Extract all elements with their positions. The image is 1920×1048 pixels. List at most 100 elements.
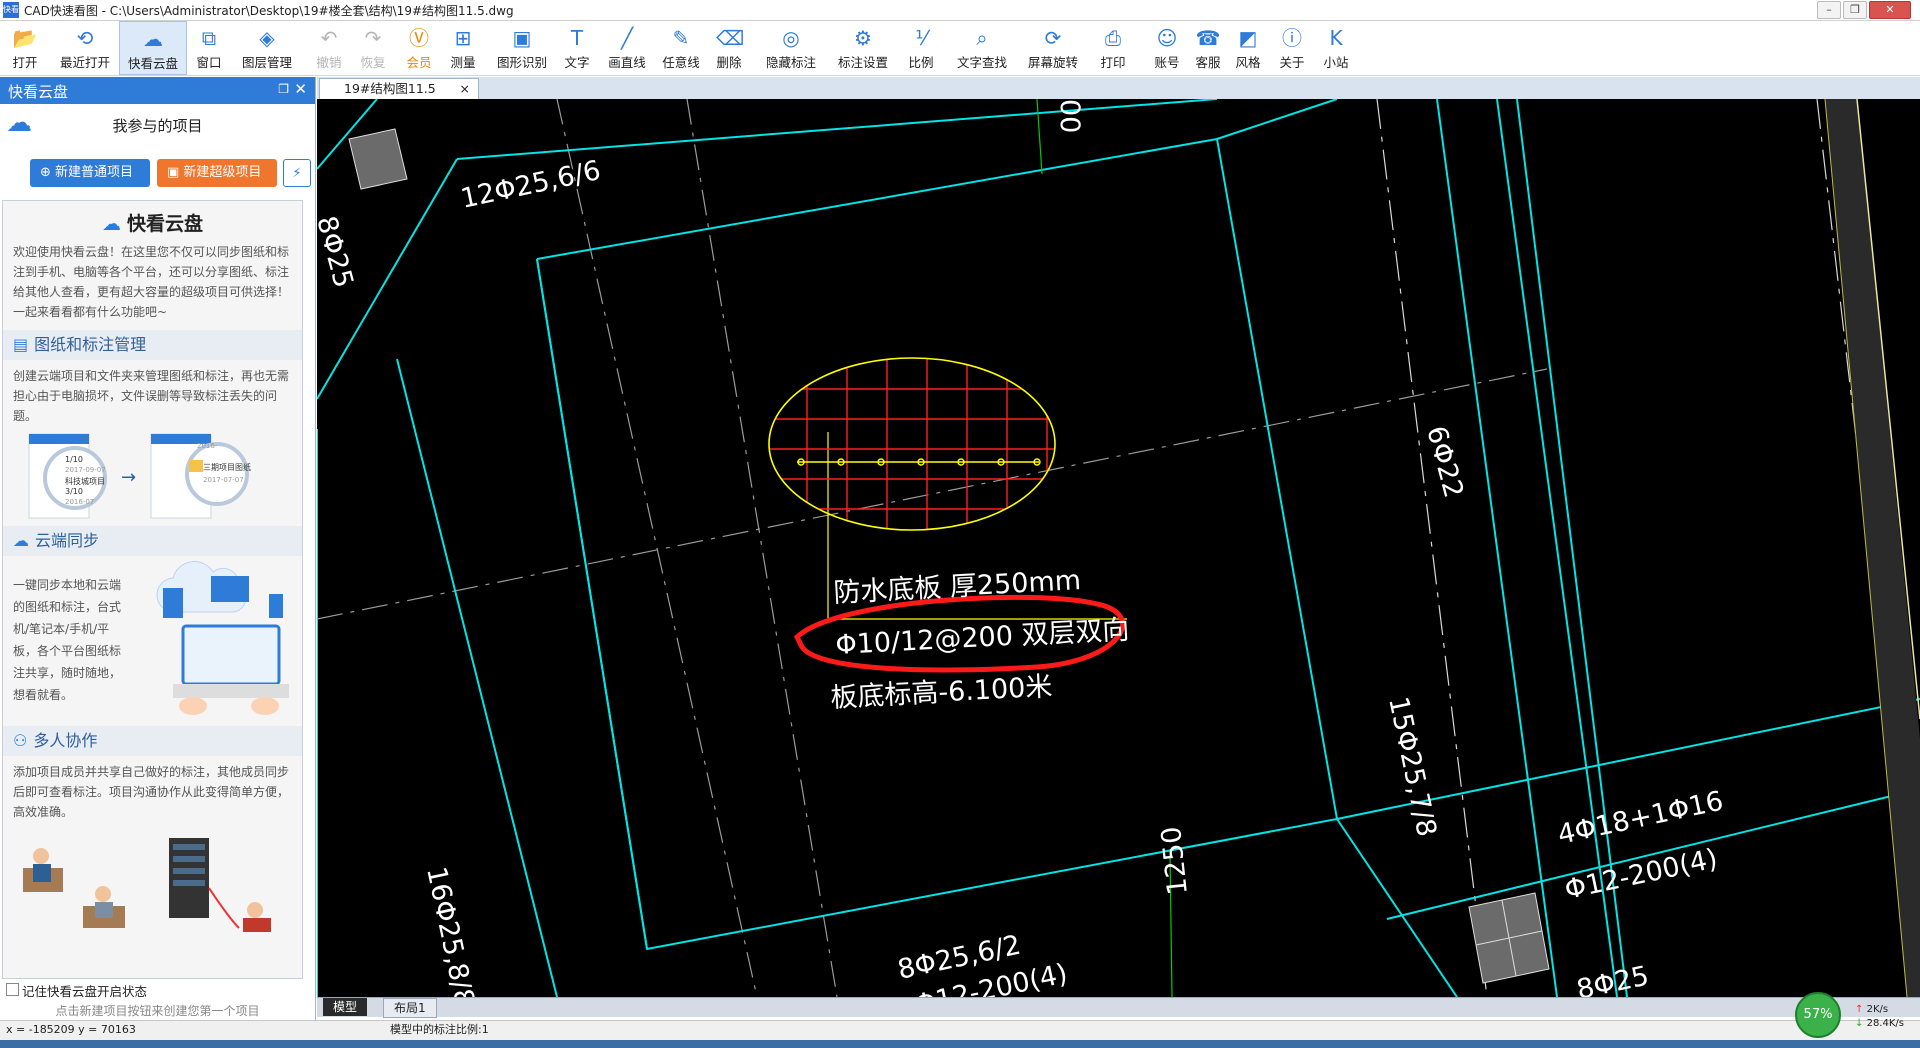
toolbar-button-7[interactable]: Ⓥ 会员 [400, 21, 438, 75]
minimize-icon[interactable]: – [1817, 1, 1841, 19]
headset-icon: ☎ [1195, 26, 1221, 50]
print-icon: ⎙ [1105, 26, 1121, 50]
toolbar-label: 恢复 [360, 55, 386, 70]
toolbar-button-10[interactable]: T 文字 [556, 21, 598, 75]
toolbar-label: 账号 [1154, 55, 1180, 70]
toolbar-button-15[interactable]: ⚙ 标注设置 [830, 21, 896, 75]
rebar-label: 15Φ25,7/8 [1382, 694, 1442, 839]
plus-icon: ⊕ [40, 165, 56, 180]
dimension-label: 00 [1054, 99, 1085, 133]
toolbar-label: 最近打开 [59, 55, 110, 70]
collaboration-illustration [23, 838, 271, 932]
toolbar-button-16[interactable]: ⅟ 比例 [902, 21, 940, 75]
redo-icon: ↷ [364, 26, 382, 50]
rebar-label: 16Φ25,8/8 [420, 864, 480, 997]
toolbar-button-3[interactable]: ⧉ 窗口 [189, 21, 229, 75]
section-title: 云端同步 [35, 531, 100, 550]
card2-name: 三期项目图纸 [203, 462, 251, 472]
sync-refresh-button[interactable]: ⚡ [283, 159, 311, 187]
toolbar-button-11[interactable]: ╱ 画直线 [599, 21, 655, 75]
file-management-illustration: 1/10 2017-09-07 科技城项目 3/10 2016-07 → 201… [28, 433, 251, 519]
close-icon[interactable]: ✕ [1869, 1, 1911, 19]
toolbar-button-12[interactable]: ✎ 任意线 [657, 21, 705, 75]
create-project-hint: 点击新建项目按钮来创建您第一个项目 [55, 1004, 260, 1018]
toolbar-label: 小站 [1323, 55, 1349, 70]
document-tab[interactable]: 19#结构图11.5 × [319, 78, 479, 100]
toolbar-label: 任意线 [662, 55, 700, 70]
axis-lines [317, 99, 1548, 997]
section-header-drawings: ▤ 图纸和标注管理 [3, 330, 302, 360]
info-icon: ⓘ [1282, 26, 1302, 50]
restore-icon[interactable]: ❐ [1843, 1, 1867, 19]
toolbar-button-13[interactable]: ⌫ 删除 [708, 21, 750, 75]
new-super-project-button[interactable]: ▣ 新建超级项目 [157, 159, 277, 187]
toolbar-button-20[interactable]: ☺ 账号 [1147, 21, 1187, 75]
toolbar-label: 窗口 [196, 55, 222, 70]
cloud-logo-icon: ☁ [101, 213, 121, 235]
toolbar-label: 快看云盘 [127, 56, 178, 71]
text-icon: T [570, 26, 584, 50]
toolbar-button-5[interactable]: ↶ 撤销 [310, 21, 348, 75]
slab-rebar-label: Φ10/12@200 双层双向 [835, 615, 1130, 661]
line-icon: ╱ [620, 26, 634, 50]
card2-date-top: 2016- [197, 442, 218, 450]
hatched-strip [1824, 99, 1920, 997]
toolbar-button-8[interactable]: ⊞ 测量 [440, 21, 486, 75]
toolbar-button-9[interactable]: ▣ 图形识别 [493, 21, 551, 75]
panel-title: 快看云盘 [126, 213, 203, 235]
history-icon: ⟲ [76, 26, 94, 50]
undo-icon: ↶ [320, 26, 338, 50]
illustration-sync: 一键同步本地和云端的图纸和标注，台式机/笔记本/手机/平板，各个平台图纸标注共享… [3, 556, 302, 726]
drawing-canvas[interactable]: 12Φ25,6/6 8Φ25 6Φ22 防水底板 厚250mm Φ10/12@2… [317, 99, 1920, 997]
rebar-label: 4Φ18+1Φ16 [1555, 786, 1726, 851]
remember-label: 记住快看云盘开启状态 [22, 984, 148, 999]
cad-drawing: 12Φ25,6/6 8Φ25 6Φ22 防水底板 厚250mm Φ10/12@2… [317, 99, 1920, 997]
sidebar-title: 快看云盘 [8, 83, 69, 101]
toolbar-button-4[interactable]: ◈ 图层管理 [231, 21, 303, 75]
project-heading: 我参与的项目 [112, 117, 203, 135]
toolbar-button-1[interactable]: ⟲ 最近打开 [54, 21, 116, 75]
window-icon: ⧉ [201, 26, 217, 50]
tab-layout1[interactable]: 布局1 [383, 998, 437, 1018]
tab-close-icon[interactable]: × [460, 79, 470, 99]
network-speed-widget[interactable]: 57% ↑ 2K/s ↓ 28.4K/s [1793, 992, 1920, 1038]
toolbar-button-14[interactable]: ◎ 隐藏标注 [757, 21, 825, 75]
toolbar-button-24[interactable]: K 小站 [1315, 21, 1357, 75]
illustration-file-management: 1/10 2017-09-07 科技城项目 3/10 2016-07 → 201… [3, 428, 302, 526]
toolbar-label: 测量 [450, 55, 476, 70]
toolbar-label: 图形识别 [496, 55, 547, 70]
rebar-label: Φ12-200(4) [1562, 843, 1720, 906]
sidebar-close-icon[interactable]: ✕ [294, 80, 307, 98]
tab-model[interactable]: 模型 [323, 998, 368, 1016]
status-bar: x = -185209 y = 70163 模型中的标注比例:1 [0, 1020, 1920, 1041]
toolbar-label: 画直线 [608, 55, 646, 70]
toolbar-button-23[interactable]: ⓘ 关于 [1272, 21, 1312, 75]
toolbar-label: 打印 [1100, 55, 1126, 70]
account-icon: ☺ [1156, 26, 1178, 50]
toolbar-button-22[interactable]: ◩ 风格 [1228, 21, 1268, 75]
toolbar-button-18[interactable]: ⟳ 屏幕旋转 [1020, 21, 1086, 75]
freehand-icon: ✎ [672, 26, 690, 50]
rebar-detail-ellipse [768, 357, 1056, 531]
remember-checkbox[interactable] [6, 983, 19, 996]
style-icon: ◩ [1238, 26, 1258, 50]
cloud-intro-panel: ☁ 快看云盘 欢迎使用快看云盘！在这里您不仅可以同步图纸和标注到手机、电脑等各个平… [2, 200, 303, 979]
cursor-coordinates: x = -185209 y = 70163 [6, 1023, 136, 1036]
toolbar-label: 文字 [564, 55, 590, 70]
dimension-label: 1250 [1156, 825, 1194, 897]
toolbar-button-19[interactable]: ⎙ 打印 [1092, 21, 1134, 75]
download-speed: ↓ 28.4K/s [1855, 1018, 1904, 1029]
section-text: 添加项目成员并共享自己做好的标注，其他成员同步后即可查看标注。项目沟通协作从此变… [13, 765, 290, 819]
toolbar-button-21[interactable]: ☎ 客服 [1189, 21, 1227, 75]
devices-illustration [156, 561, 289, 715]
toolbar-label: 会员 [406, 55, 432, 70]
toolbar-button-17[interactable]: ⌕ 文字查找 [949, 21, 1015, 75]
new-normal-project-button[interactable]: ⊕ 新建普通项目 [30, 159, 150, 187]
toolbar-button-6[interactable]: ↷ 恢复 [352, 21, 394, 75]
toolbar-button-0[interactable]: 📂 打开 [2, 21, 48, 75]
main-toolbar: 📂 打开 ⟲ 最近打开 ☁ 快看云盘 ⧉ 窗口 ◈ 图层管理 ↶ 撤销 ↷ 恢复 Ⓥ 会员 ⊞ 测量 ▣ 图形识别 T 文… [0, 21, 1920, 76]
toolbar-label: 打开 [12, 55, 38, 70]
toolbar-button-2[interactable]: ☁ 快看云盘 [119, 21, 187, 75]
undock-icon[interactable]: ❐ [278, 82, 289, 96]
slab-elevation-label: 板底标高-6.100米 [830, 671, 1053, 714]
